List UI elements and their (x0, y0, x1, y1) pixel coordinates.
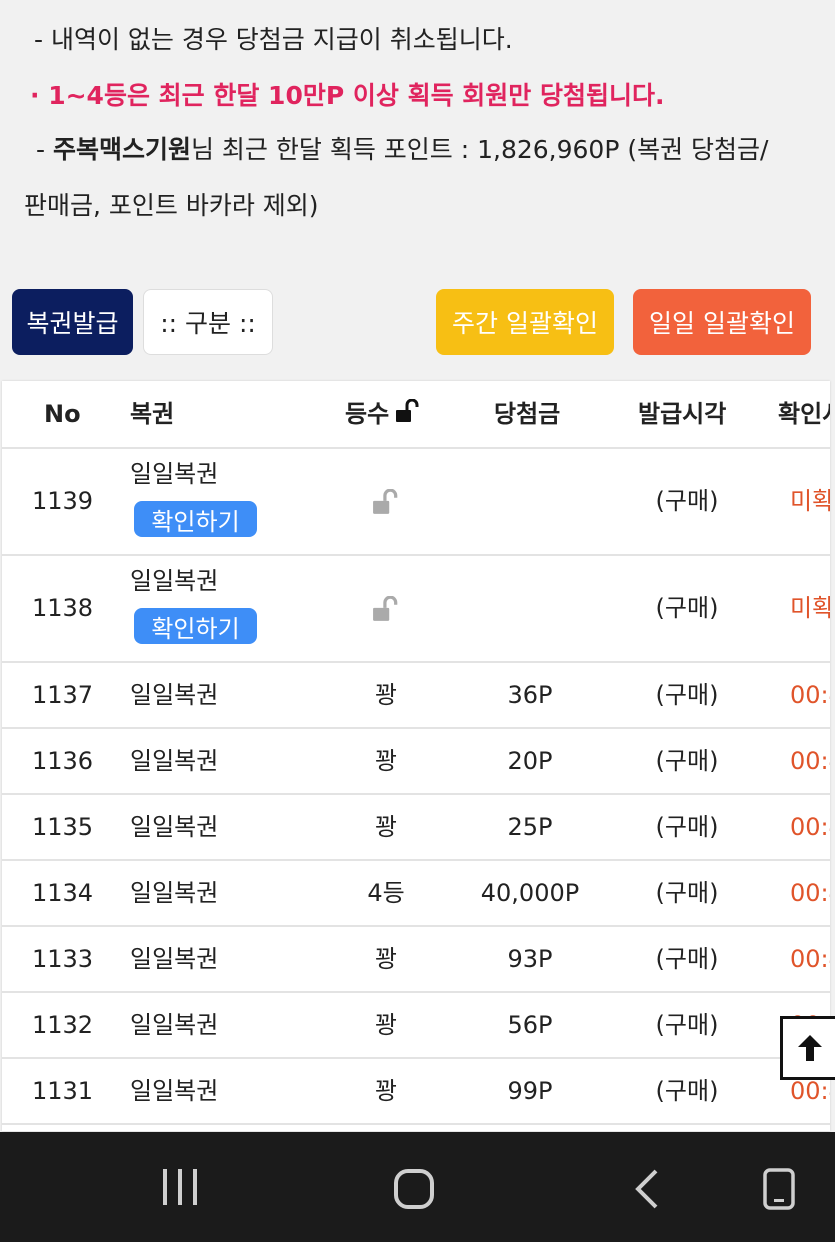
row-rank: 꽝 (374, 945, 398, 973)
row-no: 1139 (32, 487, 94, 515)
row-check-status: 미확 (790, 487, 830, 515)
row-no: 1137 (32, 681, 94, 709)
row-issue-time: (구매) (655, 594, 719, 622)
row-ticket-name: 일일복권 (130, 1077, 219, 1105)
header-ticket: 복권 (130, 400, 175, 428)
row-ticket-name: 일일복권 (130, 813, 219, 841)
table-row: 1131일일복권꽝99P(구매)00:4 (2, 1059, 830, 1125)
row-rank: 꽝 (374, 813, 398, 841)
unlock-icon (366, 556, 406, 661)
row-rank: 꽝 (374, 747, 398, 775)
category-select[interactable]: :: 구분 :: (143, 289, 273, 355)
row-check-status: 00:4 (790, 681, 830, 709)
row-issue-time: (구매) (655, 945, 719, 973)
notice-line-3: - 주복맥스기원님 최근 한달 획득 포인트 : 1,826,960P (복권 … (36, 130, 768, 166)
table-row: 1134 일일복권 4등 40,000P (구매) 00:4 (2, 861, 830, 927)
android-nav-bar (0, 1132, 835, 1242)
header-rank[interactable]: 등수 (345, 381, 421, 447)
notice-line-2: · 1~4등은 최근 한달 10만P 이상 획득 회원만 당첨됩니다. (30, 81, 665, 110)
unlock-icon[interactable] (395, 382, 421, 448)
confirm-ticket-button[interactable]: 확인하기 (134, 608, 257, 644)
table-row: 1139 일일복권확인하기 (구매) 미확 (2, 449, 830, 556)
row-ticket-name: 일일복권 (130, 681, 219, 709)
recent-apps-icon[interactable] (160, 1167, 200, 1211)
header-prize: 당첨금 (494, 400, 561, 428)
header-issue-time: 발급시각 (638, 400, 727, 428)
row-prize: 36P (507, 681, 553, 709)
header-rank-label: 등수 (345, 400, 390, 428)
row-no: 1135 (32, 813, 94, 841)
table-row: 1136 일일복권 꽝 20P (구매) 00:4 (2, 729, 830, 795)
row-ticket-name: 일일복권 (130, 879, 219, 907)
row-issue-time: (구매) (655, 487, 719, 515)
row-rank: 꽝 (374, 1077, 398, 1105)
confirm-ticket-button[interactable]: 확인하기 (134, 501, 257, 537)
row-ticket-name: 일일복권 (130, 1011, 219, 1039)
row-ticket-name: 일일복권 (130, 945, 219, 973)
table-row: 1132일일복권꽝56P(구매)00:4 (2, 993, 830, 1059)
row-no: 1134 (32, 879, 94, 907)
row-issue-time: (구매) (655, 1011, 719, 1039)
table-row: 1135 일일복권 꽝 25P (구매) 00:4 (2, 795, 830, 861)
table-header: No 복권 등수 당첨금 발급시각 확인시 (2, 381, 830, 449)
username: 주복맥스기원 (52, 135, 191, 164)
row-check-status: 00:4 (790, 945, 830, 973)
row-check-status: 00:4 (790, 747, 830, 775)
notice-prefix: - (36, 135, 53, 164)
row-prize: 40,000P (480, 879, 580, 907)
row-issue-time: (구매) (655, 681, 719, 709)
arrow-up-icon (798, 1035, 822, 1061)
notice-line-1: - 내역이 없는 경우 당첨금 지급이 취소됩니다. (34, 25, 513, 54)
lottery-table: No 복권 등수 당첨금 발급시각 확인시 1139일일복권확인하기(구매)미확… (2, 381, 830, 1131)
row-rank: 4등 (367, 879, 405, 907)
points-text: 님 최근 한달 획득 포인트 : 1,826,960P (복권 당첨금/ (190, 135, 769, 164)
row-check-status: 00:4 (790, 879, 830, 907)
weekly-check-all-button[interactable]: 주간 일괄확인 (436, 289, 614, 355)
row-ticket-name: 일일복권 (130, 567, 219, 595)
header-check-time: 확인시 (778, 400, 830, 428)
row-no: 1136 (32, 747, 94, 775)
issue-ticket-button[interactable]: 복권발급 (12, 289, 133, 355)
scroll-top-button[interactable] (780, 1016, 835, 1080)
row-issue-time: (구매) (655, 879, 719, 907)
notice-line-4: 판매금, 포인트 바카라 제외) (24, 191, 319, 220)
home-icon[interactable] (392, 1167, 436, 1215)
row-prize: 99P (507, 1077, 553, 1105)
back-icon[interactable] (632, 1167, 662, 1215)
table-row: 1133 일일복권 꽝 93P (구매) 00:4 (2, 927, 830, 993)
row-prize: 25P (507, 813, 553, 841)
row-rank: 꽝 (374, 681, 398, 709)
row-issue-time: (구매) (655, 1077, 719, 1105)
row-no: 1133 (32, 945, 94, 973)
row-no: 1132 (32, 1011, 94, 1039)
row-no: 1138 (32, 594, 94, 622)
header-no: No (44, 400, 81, 428)
table-body: 1139 일일복권 확인하기 (구매) 미확 1138 일일복권 확인하기 (구매) 미확 1137… (2, 449, 830, 1125)
row-prize: 56P (507, 1011, 553, 1039)
row-ticket-name: 일일복권 (130, 747, 219, 775)
table-row: 1138 일일복권확인하기 (구매) 미확 (2, 556, 830, 663)
row-no: 1131 (32, 1077, 94, 1105)
row-prize: 93P (507, 945, 553, 973)
row-check-status: 00:4 (790, 813, 830, 841)
row-issue-time: (구매) (655, 813, 719, 841)
table-row: 1137 일일복권 꽝 36P (구매) 00:4 (2, 663, 830, 729)
row-rank: 꽝 (374, 1011, 398, 1039)
row-ticket-name: 일일복권 (130, 460, 219, 488)
unlock-icon (366, 449, 406, 554)
row-check-status: 미확 (790, 594, 830, 622)
row-issue-time: (구매) (655, 747, 719, 775)
row-prize: 20P (507, 747, 553, 775)
daily-check-all-button[interactable]: 일일 일괄확인 (633, 289, 811, 355)
phone-icon[interactable] (762, 1167, 796, 1215)
